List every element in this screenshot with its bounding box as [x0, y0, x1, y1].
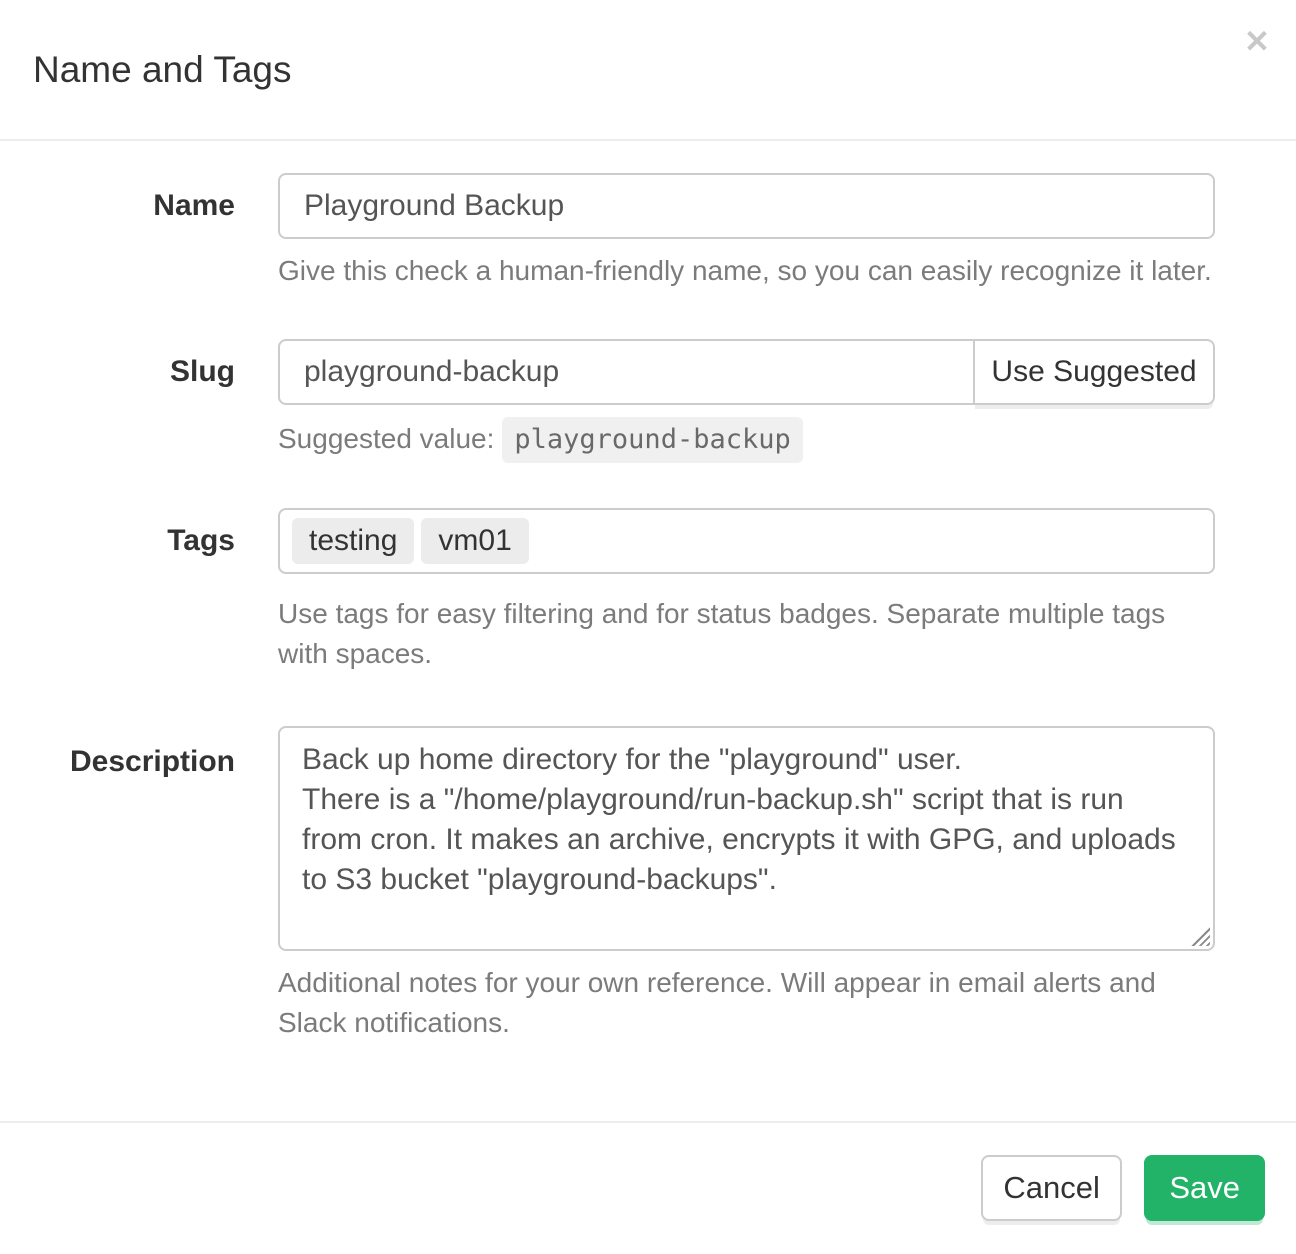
modal-body: Name Give this check a human-friendly na… [0, 141, 1296, 1043]
suggested-value-prefix: Suggested value: [278, 423, 494, 454]
description-textarea[interactable]: Back up home directory for the "playgrou… [278, 726, 1215, 951]
tags-help-text: Use tags for easy filtering and for stat… [278, 594, 1215, 674]
modal-title: Name and Tags [33, 48, 1263, 92]
tag-pill-vm01[interactable]: vm01 [421, 518, 528, 564]
tags-input[interactable]: testing vm01 [278, 508, 1215, 574]
name-form-row: Name Give this check a human-friendly na… [0, 173, 1215, 291]
close-icon[interactable]: ✕ [1244, 26, 1270, 57]
modal-header: Name and Tags ✕ [0, 0, 1296, 141]
slug-input[interactable] [278, 339, 975, 405]
description-label: Description [0, 726, 235, 1043]
modal-footer: Cancel Save [0, 1121, 1296, 1254]
name-label: Name [0, 173, 235, 291]
suggested-value-chip: playground-backup [502, 417, 802, 463]
name-input[interactable] [278, 173, 1215, 239]
cancel-button[interactable]: Cancel [981, 1155, 1122, 1221]
description-help-text: Additional notes for your own reference.… [278, 963, 1215, 1043]
description-form-row: Description Back up home directory for t… [0, 726, 1215, 1043]
use-suggested-button[interactable]: Use Suggested [973, 339, 1215, 405]
slug-form-row: Slug Use Suggested Suggested value: playg… [0, 339, 1215, 463]
tags-label: Tags [0, 508, 235, 674]
save-button[interactable]: Save [1144, 1155, 1265, 1221]
name-help-text: Give this check a human-friendly name, s… [278, 251, 1215, 291]
tag-pill-testing[interactable]: testing [292, 518, 414, 564]
slug-label: Slug [0, 339, 235, 463]
name-and-tags-modal: Name and Tags ✕ Name Give this check a h… [0, 0, 1296, 1043]
slug-help-text: Suggested value: playground-backup [278, 417, 1215, 463]
slug-input-group: Use Suggested [278, 339, 1215, 405]
tags-form-row: Tags testing vm01 Use tags for easy filt… [0, 508, 1215, 674]
